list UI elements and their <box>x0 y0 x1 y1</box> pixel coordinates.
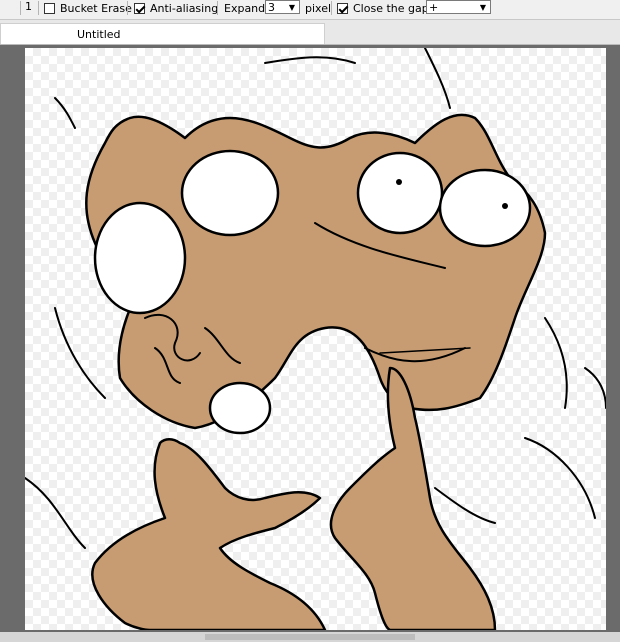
close-gap-value: + <box>429 0 439 14</box>
tool-options-bar: 1 Bucket Erase Anti-aliasing Expand 3 ▼ … <box>0 0 620 20</box>
eye-hole-left <box>180 149 280 237</box>
drawing-canvas[interactable] <box>25 48 606 630</box>
horizontal-scrollbar[interactable] <box>0 632 620 642</box>
close-gap-option[interactable]: Close the gap <box>337 0 429 16</box>
separator <box>331 1 332 15</box>
document-tab-bar: Untitled <box>0 20 620 45</box>
tab-label: Untitled <box>77 28 121 41</box>
separator <box>127 1 128 15</box>
chevron-down-icon[interactable]: ▼ <box>476 1 490 13</box>
scrollbar-thumb[interactable] <box>205 634 415 640</box>
tolerance-value: 1 <box>25 0 32 13</box>
anti-aliasing-option[interactable]: Anti-aliasing <box>134 0 218 16</box>
bucket-erase-label: Bucket Erase <box>60 1 132 15</box>
anti-aliasing-checkbox[interactable] <box>134 2 145 14</box>
separator <box>38 1 39 15</box>
eye-right <box>356 151 444 235</box>
close-gap-select[interactable]: + ▼ <box>426 0 491 14</box>
close-gap-checkbox[interactable] <box>337 2 348 14</box>
expand-unit: pixel <box>305 1 332 15</box>
separator <box>217 1 218 15</box>
tab-untitled[interactable]: Untitled <box>0 23 325 44</box>
right-hand <box>329 366 497 630</box>
close-gap-label: Close the gap <box>353 1 429 15</box>
chevron-down-icon[interactable]: ▼ <box>285 1 299 13</box>
mouth-opening <box>208 381 272 435</box>
bucket-erase-option[interactable]: Bucket Erase <box>44 0 132 16</box>
left-hand <box>91 438 327 630</box>
expand-value: 3 <box>268 0 275 14</box>
anti-aliasing-label: Anti-aliasing <box>150 1 219 15</box>
eye-hole-left-lower <box>93 201 187 315</box>
bucket-erase-checkbox[interactable] <box>44 2 55 14</box>
artwork <box>25 48 606 630</box>
expand-label: Expand <box>224 1 266 15</box>
separator <box>20 1 21 15</box>
expand-select[interactable]: 3 ▼ <box>265 0 300 14</box>
eye-far-right <box>438 168 532 248</box>
